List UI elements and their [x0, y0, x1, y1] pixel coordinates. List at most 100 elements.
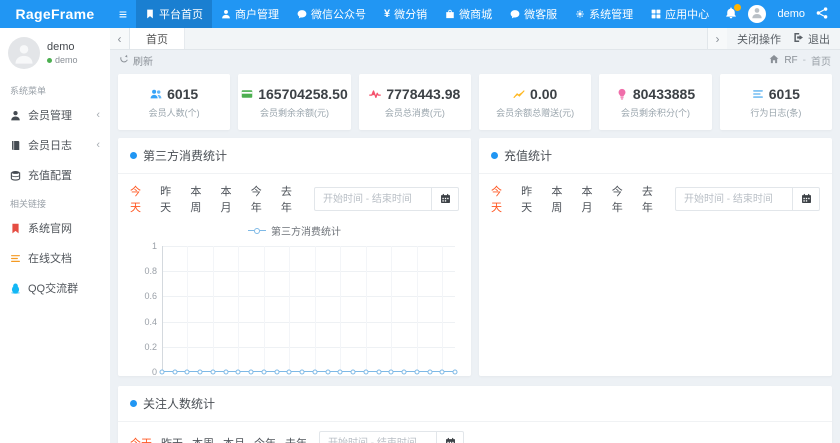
filter-this-week[interactable]: 本周 — [190, 183, 211, 215]
filter-last-year[interactable]: 去年 — [642, 183, 663, 215]
sidebar-avatar[interactable] — [8, 37, 40, 69]
share-icon[interactable] — [816, 7, 828, 21]
tabs-scroll-left-button[interactable]: ‹ — [110, 28, 130, 49]
brand-logo[interactable]: RageFrame — [0, 0, 110, 28]
nav-item-label: 微信公众号 — [311, 9, 366, 21]
tabs-scroll-right-button[interactable]: › — [707, 28, 727, 49]
date-range-input[interactable] — [675, 187, 793, 211]
sidebar-item-label: 系统官网 — [28, 223, 72, 235]
data-point — [210, 369, 216, 375]
data-point — [299, 369, 305, 375]
calendar-button[interactable] — [793, 187, 820, 211]
filter-this-year[interactable]: 今年 — [254, 435, 276, 443]
filter-last-year[interactable]: 去年 — [285, 435, 307, 443]
main-menu: 平台首页 商户管理 微信公众号 ¥ 微分销 微商城 微客服 系统管理 应用中心 — [136, 0, 718, 28]
sidebar-item-member-log[interactable]: 会员日志 ‹ — [0, 130, 110, 160]
nav-item-micro-service[interactable]: 微客服 — [501, 0, 566, 28]
filter-this-month[interactable]: 本月 — [223, 435, 245, 443]
filter-this-year[interactable]: 今年 — [251, 183, 272, 215]
hamburger-icon[interactable]: ≡ — [110, 0, 136, 28]
stat-card-member-balance: 165704258.50 会员剩余余额(元) — [238, 74, 351, 130]
nav-item-merchant-manage[interactable]: 商户管理 — [212, 0, 288, 28]
sidebar-item-recharge-config[interactable]: 充值配置 — [0, 160, 110, 190]
stat-card-member-points: 80433885 会员剩余积分(个) — [599, 74, 712, 130]
notifications-button[interactable] — [725, 4, 742, 21]
yen-icon: ¥ — [384, 8, 391, 20]
sidebar-item-label: 在线文档 — [28, 253, 72, 265]
sidebar-user-status: demo — [47, 55, 78, 65]
home-icon — [769, 54, 779, 66]
sidebar-item-member-manage[interactable]: 会员管理 ‹ — [0, 100, 110, 130]
grid-line-v — [238, 246, 240, 372]
filter-today[interactable]: 今天 — [491, 183, 512, 215]
nav-item-label: 微分销 — [394, 9, 428, 21]
tab-home[interactable]: 首页 — [130, 28, 185, 49]
refresh-button[interactable]: 刷新 — [119, 53, 153, 68]
panel-dot-icon — [491, 152, 498, 159]
calendar-button[interactable] — [432, 187, 459, 211]
stat-card-behavior-logs: 6015 行为日志(条) — [719, 74, 832, 130]
data-point — [439, 369, 445, 375]
sidebar-section-header: 相关链接 — [10, 199, 47, 209]
grid-line-h — [162, 321, 455, 323]
calendar-icon — [440, 193, 451, 206]
sidebar-item-qq-group[interactable]: QQ交流群 — [0, 273, 110, 303]
user-icon — [751, 7, 763, 21]
data-point — [159, 369, 165, 375]
nav-item-micro-distribution[interactable]: ¥ 微分销 — [375, 0, 436, 28]
nav-item-app-center[interactable]: 应用中心 — [642, 0, 718, 28]
panel-dot-icon — [130, 152, 137, 159]
grid-line-h — [162, 296, 455, 298]
filter-this-month[interactable]: 本月 — [221, 183, 242, 215]
y-tick-label: 0.4 — [144, 316, 157, 327]
nav-item-system-manage[interactable]: 系统管理 — [566, 0, 642, 28]
stat-value: 0.00 — [530, 85, 558, 102]
nav-item-platform-home[interactable]: 平台首页 — [136, 0, 212, 28]
y-axis-line — [162, 246, 163, 372]
chevron-left-icon: ‹ — [96, 138, 100, 151]
stat-label: 会员剩余积分(个) — [620, 107, 690, 118]
filter-yesterday[interactable]: 昨天 — [161, 435, 183, 443]
filter-last-year[interactable]: 去年 — [281, 183, 302, 215]
nav-item-micro-mall[interactable]: 微商城 — [436, 0, 501, 28]
calendar-button[interactable] — [437, 431, 464, 443]
filter-today[interactable]: 今天 — [130, 435, 152, 443]
logout-button[interactable]: 退出 — [793, 31, 830, 47]
filter-this-year[interactable]: 今年 — [612, 183, 633, 215]
sidebar: demo demo 系统菜单 会员管理 ‹ 会员日志 ‹ 充值配置 相关链接 系统官网 在线文档… — [0, 28, 110, 443]
nav-item-wechat-official[interactable]: 微信公众号 — [288, 0, 375, 28]
sidebar-section-header: 系统菜单 — [10, 86, 47, 96]
data-point — [414, 369, 420, 375]
users-icon — [150, 88, 162, 100]
filter-this-week[interactable]: 本周 — [551, 183, 572, 215]
navbar-right: demo — [725, 0, 840, 28]
followers-filter-row: 今天 昨天 本周 本月 今年 去年 — [130, 431, 820, 443]
grid-line-v — [442, 246, 444, 372]
username[interactable]: demo — [777, 8, 805, 20]
panel-consumption: 第三方消费统计 今天 昨天 本周 本月 今年 去年 开始时间 - 结束时间 第三… — [118, 138, 471, 376]
nav-item-label: 微商城 — [459, 9, 493, 21]
filter-today[interactable]: 今天 — [130, 183, 151, 215]
y-tick-label: 0.2 — [144, 341, 157, 352]
chart-legend[interactable]: 第三方消费统计 — [130, 223, 459, 238]
sidebar-item-official-site[interactable]: 系统官网 — [0, 213, 110, 243]
stat-label: 会员余额总赠送(元) — [496, 107, 575, 118]
service-icon — [510, 9, 520, 19]
date-range-input[interactable] — [319, 431, 437, 443]
filter-yesterday[interactable]: 昨天 — [521, 183, 542, 215]
data-point — [325, 369, 331, 375]
filter-this-month[interactable]: 本月 — [582, 183, 603, 215]
breadcrumb-root[interactable]: RF — [784, 55, 797, 66]
y-tick-label: 1 — [151, 241, 157, 251]
calendar-icon — [445, 437, 456, 443]
avatar[interactable] — [748, 5, 767, 23]
stat-label: 会员剩余余额(元) — [259, 107, 329, 118]
filter-this-week[interactable]: 本周 — [192, 435, 214, 443]
sidebar-item-online-docs[interactable]: 在线文档 — [0, 243, 110, 273]
calendar-icon — [801, 193, 812, 206]
filter-yesterday[interactable]: 昨天 — [160, 183, 181, 215]
user-icon — [13, 43, 35, 69]
breadcrumb-page: 首页 — [811, 56, 831, 68]
date-range-input[interactable] — [314, 187, 432, 211]
close-actions-button[interactable]: 关闭操作 — [737, 31, 781, 47]
